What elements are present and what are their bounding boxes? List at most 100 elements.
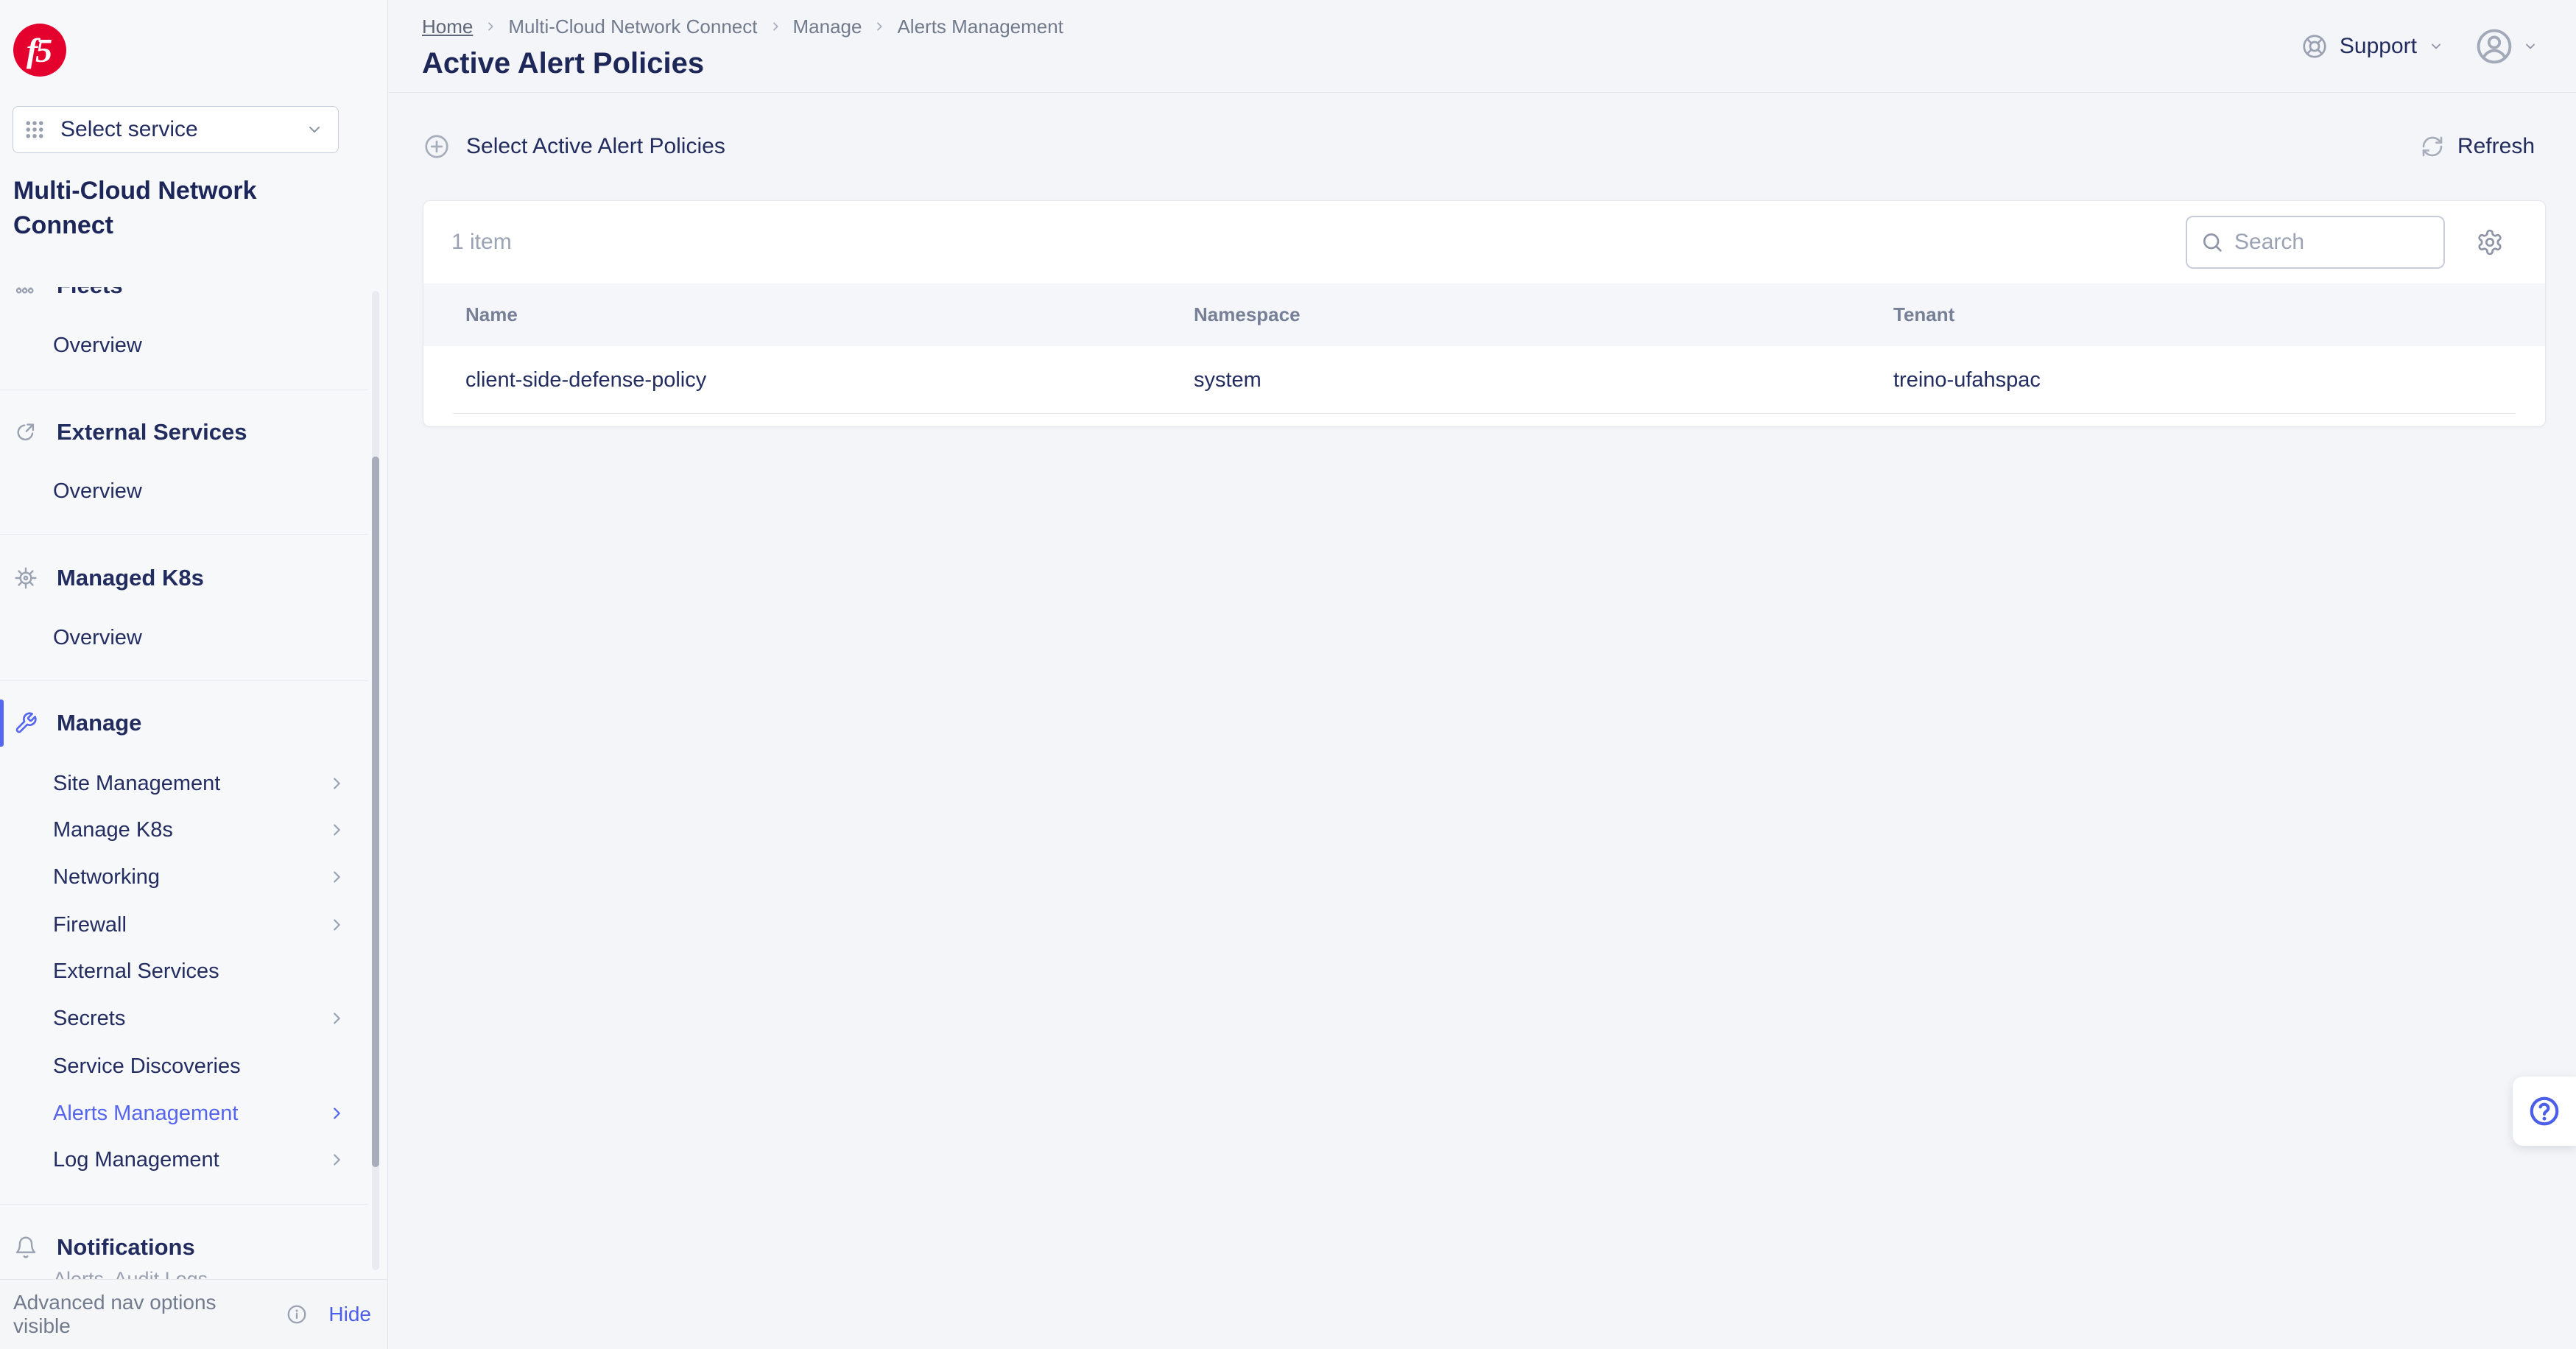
notifications-subtitle: Alerts, Audit Logs [53,1268,358,1279]
chevron-down-icon [2429,39,2443,54]
account-menu[interactable] [2474,27,2538,66]
sidebar-item-label: Overview [53,479,142,504]
sidebar-item-label: Site Management [53,772,220,796]
cell-namespace: system [1194,368,1893,392]
sidebar-footer: Advanced nav options visible Hide [0,1279,387,1349]
search-input[interactable] [2234,230,2430,255]
support-menu[interactable]: Support [2301,33,2443,60]
table-toolbar: 1 item [423,201,2545,283]
column-header-namespace[interactable]: Namespace [1194,303,1893,326]
service-selector[interactable]: Select service [13,106,339,153]
table-settings-gear-icon[interactable] [2476,228,2504,256]
refresh-button[interactable]: Refresh [2421,134,2535,159]
column-header-name[interactable]: Name [465,303,1194,326]
items-count: 1 item [451,230,2186,255]
breadcrumb-alerts-management[interactable]: Alerts Management [897,15,1063,38]
search-icon [2200,230,2224,254]
divider [0,1204,368,1205]
sidebar-section-label: Fleets [57,287,123,299]
sidebar-section-label: External Services [57,419,247,445]
sidebar-section-manage[interactable]: Manage [0,700,387,747]
active-section-indicator [0,700,4,747]
header-left: Home Multi-Cloud Network Connect Manage … [422,0,1063,92]
sidebar-item-alerts-management[interactable]: Alerts Management [0,1090,387,1137]
sidebar-item-external-services-overview[interactable]: Overview [0,468,387,515]
sidebar-section-label: Notifications [57,1234,195,1261]
fleets-icon [14,287,38,297]
life-buoy-icon [2301,33,2328,60]
policies-table-card: 1 item Name Namespace Tenant [423,200,2546,427]
sidebar-item-label: External Services [53,959,219,984]
table-search[interactable] [2186,216,2445,269]
sidebar-item-fleets-overview[interactable]: Overview [0,322,387,369]
header-right: Support [2301,0,2538,92]
sidebar-item-label: Alerts Management [53,1102,238,1126]
k8s-wheel-icon [14,566,38,590]
apps-grid-icon [24,119,46,141]
sidebar-item-label: Secrets [53,1007,125,1031]
sidebar-item-label: Firewall [53,913,127,937]
sidebar-item-label: Service Discoveries [53,1054,241,1079]
bell-icon [14,1236,38,1259]
chevron-right-icon [328,775,345,792]
hide-advanced-nav-link[interactable]: Hide [328,1303,371,1326]
chevron-right-icon [328,1152,345,1168]
refresh-icon [2421,135,2444,158]
sidebar-nav: Fleets Overview External Services Overvi… [0,287,387,1279]
sidebar-section-managed-k8s[interactable]: Managed K8s [0,554,387,602]
select-active-alert-policies-button[interactable]: Select Active Alert Policies [423,133,725,160]
table-header-row: Name Namespace Tenant [423,283,2545,346]
table-row[interactable]: client-side-defense-policy system treino… [423,346,2545,414]
chevron-right-icon [328,1010,345,1026]
page-header: Home Multi-Cloud Network Connect Manage … [388,0,2576,93]
sidebar-item-label: Overview [53,626,142,650]
chevron-right-icon [328,917,345,933]
sidebar-section-fleets[interactable]: Fleets [0,287,387,309]
service-selector-label: Select service [60,117,291,142]
f5-logo[interactable]: f5 [13,24,66,77]
divider [0,680,368,681]
info-icon[interactable] [286,1303,308,1325]
advanced-nav-note: Advanced nav options visible [13,1291,271,1338]
sidebar-item-networking[interactable]: Networking [0,853,387,901]
sidebar-section-external-services[interactable]: External Services [0,409,387,456]
chevron-down-icon [306,121,323,138]
chevron-right-icon [770,21,781,32]
sidebar-item-label: Networking [53,865,160,890]
sidebar-item-site-management[interactable]: Site Management [0,760,387,807]
sidebar-item-managed-k8s-overview[interactable]: Overview [0,614,387,661]
breadcrumb-manage[interactable]: Manage [793,15,862,38]
breadcrumb: Home Multi-Cloud Network Connect Manage … [422,15,1063,38]
chevron-right-icon [328,822,345,838]
sidebar-item-label: Overview [53,334,142,358]
user-avatar-icon [2474,27,2514,66]
sidebar-item-secrets[interactable]: Secrets [0,995,387,1042]
help-button[interactable] [2513,1077,2576,1146]
question-circle-icon [2527,1094,2561,1128]
sidebar-item-label: Manage K8s [53,818,173,842]
chevron-right-icon [485,21,496,32]
refresh-label: Refresh [2457,134,2535,159]
column-header-tenant[interactable]: Tenant [1893,303,2545,326]
sidebar-item-firewall[interactable]: Firewall [0,901,387,948]
breadcrumb-home[interactable]: Home [422,15,473,38]
cell-name[interactable]: client-side-defense-policy [465,368,1194,392]
main-area: Home Multi-Cloud Network Connect Manage … [388,0,2576,1349]
sidebar-item-service-discoveries[interactable]: Service Discoveries [0,1043,387,1090]
chevron-down-icon [2523,39,2538,54]
f5-logo-text: f5 [27,31,50,70]
breadcrumb-mcn-connect[interactable]: Multi-Cloud Network Connect [508,15,757,38]
support-label: Support [2340,34,2417,59]
plus-circle-icon [423,133,450,160]
scrollbar-thumb[interactable] [372,457,379,1167]
sidebar-section-label: Managed K8s [57,565,204,591]
page-toolbar: Select Active Alert Policies Refresh [388,93,2576,200]
chevron-right-icon [873,21,885,32]
sidebar-item-external-services[interactable]: External Services [0,948,387,995]
wrench-icon [14,711,38,735]
sidebar-item-log-management[interactable]: Log Management [0,1136,387,1183]
sidebar-item-manage-k8s[interactable]: Manage K8s [0,806,387,853]
sidebar-section-notifications[interactable]: Notifications [0,1224,387,1271]
sidebar-scrollbar[interactable] [372,291,379,1270]
shield-arrow-icon [14,420,38,444]
